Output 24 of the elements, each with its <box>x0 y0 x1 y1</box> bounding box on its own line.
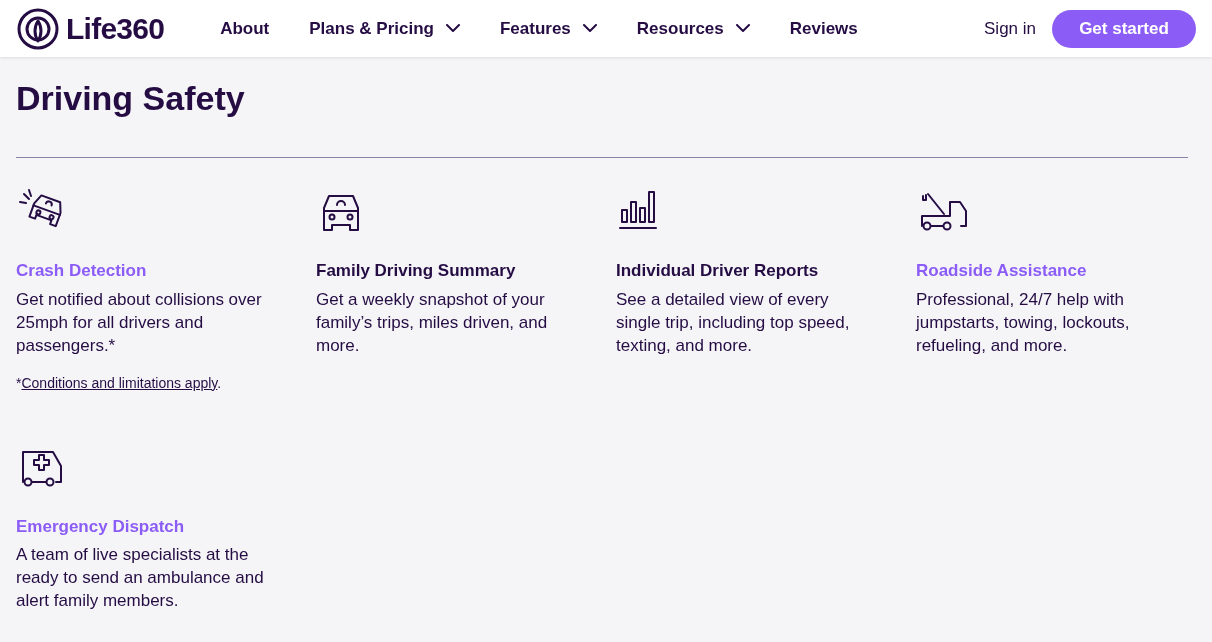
footnote: *Conditions and limitations apply. <box>16 373 223 393</box>
feature-description: Get notified about collisions over 25mph for all drivers and passengers.* <box>16 288 263 357</box>
feature-description: See a detailed view of every single trip, including top speed, texting, and more. <box>616 288 851 357</box>
feature-title: Emergency Dispatch <box>16 515 186 538</box>
chevron-down-icon <box>445 24 460 33</box>
nav-link[interactable]: Plans & Pricing <box>309 15 460 42</box>
section-title: Driving Safety <box>16 78 246 119</box>
nav-link[interactable]: Resources <box>636 15 750 42</box>
feature-description: A team of live specialists at the ready to send an ambulance and alert family members. <box>16 544 265 612</box>
chevron-down-icon <box>735 24 750 33</box>
nav-link[interactable]: Reviews <box>789 15 858 42</box>
logo-icon <box>16 6 60 51</box>
nav-link[interactable]: About <box>220 15 270 42</box>
chevron-down-icon <box>582 24 597 33</box>
nav-link[interactable]: Features <box>499 15 597 42</box>
sign-in-link[interactable]: Sign in <box>984 15 1036 42</box>
feature-title: Crash Detection <box>16 260 148 282</box>
logo-text[interactable]: Life360 <box>66 6 165 51</box>
feature-description: Get a weekly snapshot of your family’s trips, miles driven, and more. <box>316 288 549 357</box>
get-started-button[interactable]: Get started <box>1052 9 1196 48</box>
feature-title: Individual Driver Reports <box>616 260 820 282</box>
feature-title: Family Driving Summary <box>316 260 517 282</box>
feature-description: Professional, 24/7 help with jumpstarts, towing, lockouts, refueling, and more. <box>916 288 1131 357</box>
feature-title: Roadside Assistance <box>916 260 1088 282</box>
